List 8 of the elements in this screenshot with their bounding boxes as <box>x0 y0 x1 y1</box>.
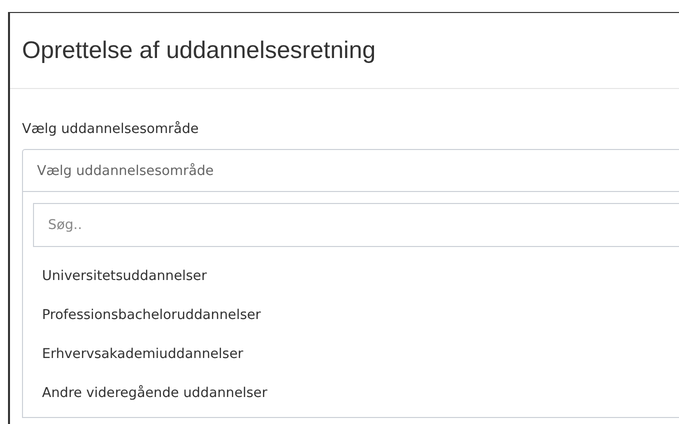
dropdown-option[interactable]: Erhvervsakademiuddannelser <box>33 335 679 374</box>
dialog-title: Oprettelse af uddannelsesretning <box>22 36 376 64</box>
dropdown-option[interactable]: Andre videregående uddannelser <box>33 374 679 413</box>
dropdown-option[interactable]: Universitetsuddannelser <box>33 257 679 296</box>
select-field[interactable]: Vælg uddannelsesområde <box>22 149 679 192</box>
dropdown-option[interactable]: Professionsbacheloruddannelser <box>33 296 679 335</box>
search-field[interactable]: Søg.. <box>33 203 679 247</box>
field-label: Vælg uddannelsesområde <box>22 121 200 137</box>
